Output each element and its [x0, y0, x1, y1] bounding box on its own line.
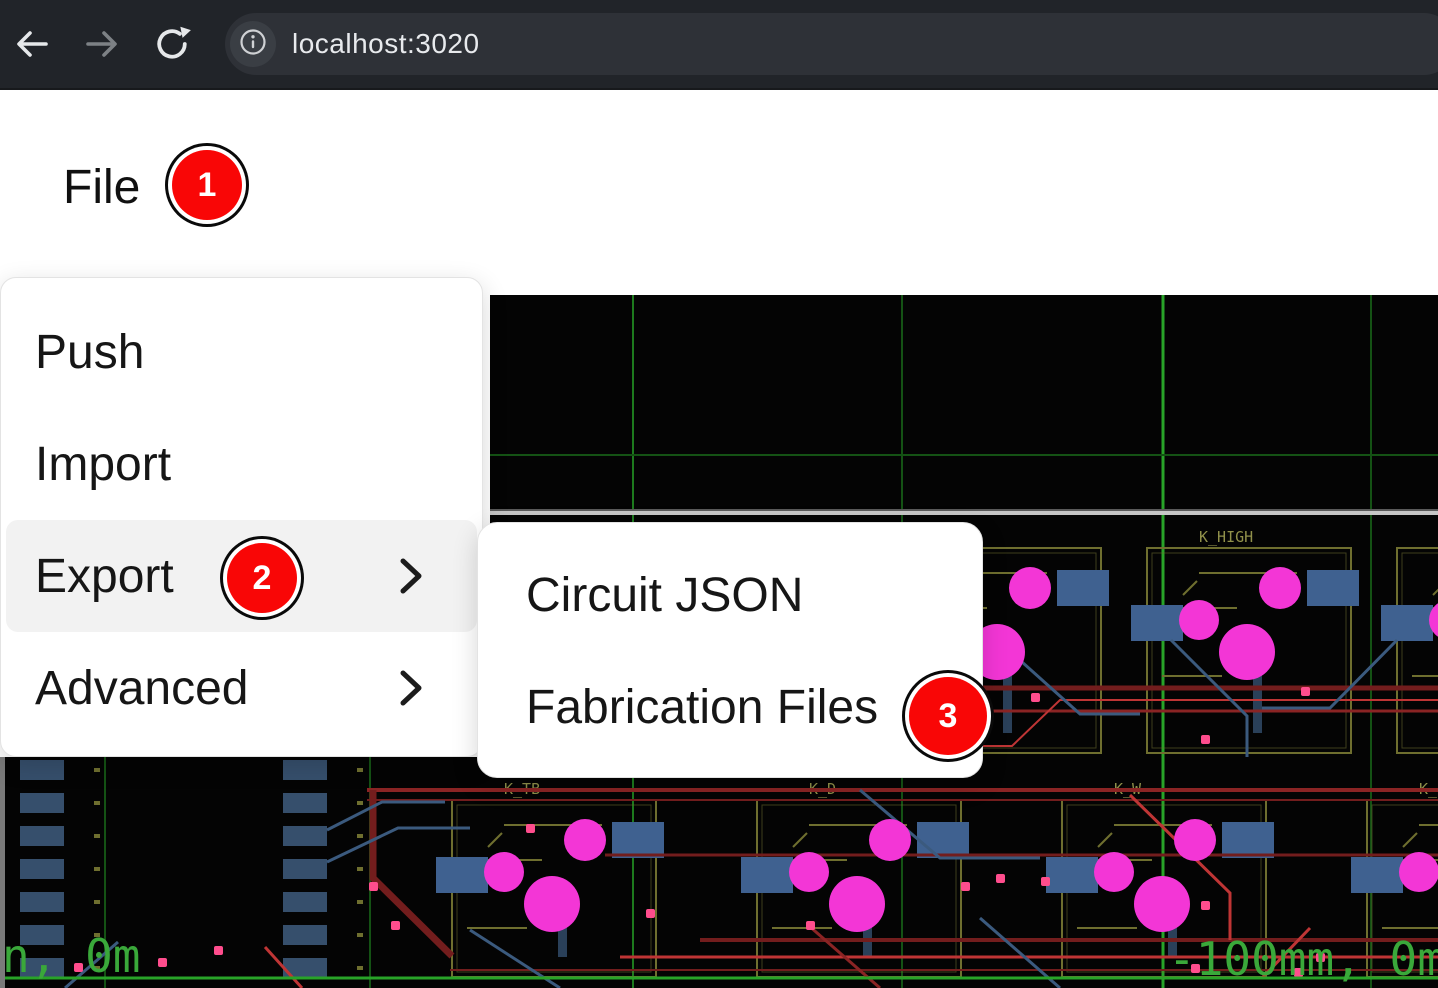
reload-button[interactable] [144, 16, 200, 72]
browser-toolbar: localhost:3020 [0, 0, 1438, 90]
menu-item-label: Import [35, 437, 171, 492]
menu-item-label: Advanced [35, 661, 249, 716]
annotation-step-3: 3 [909, 677, 987, 755]
submenu-item-label: Circuit JSON [526, 568, 803, 623]
site-info-icon [235, 24, 271, 65]
annotation-step-2: 2 [227, 543, 297, 613]
menu-item-label: Export [35, 549, 174, 604]
reload-icon [152, 24, 192, 64]
svg-text:K_HIGH: K_HIGH [1199, 528, 1253, 546]
menu-item-import[interactable]: Import [1, 408, 482, 520]
submenu-item-fabrication-files[interactable]: Fabrication Files [478, 651, 982, 763]
file-menu-button[interactable]: File [63, 160, 140, 215]
annotation-step-1: 1 [172, 150, 242, 220]
svg-text:-100mm, 0m: -100mm, 0m [1168, 932, 1438, 986]
url-text[interactable]: localhost:3020 [292, 28, 480, 60]
menu-item-label: Push [35, 325, 144, 380]
site-info-button[interactable] [230, 21, 276, 67]
file-dropdown-menu: Push Import Export Advanced [0, 277, 483, 757]
chevron-right-icon [398, 554, 424, 598]
back-icon [12, 24, 52, 64]
back-button[interactable] [4, 16, 60, 72]
export-submenu: Circuit JSON Fabrication Files [477, 522, 983, 778]
chevron-right-icon [398, 666, 424, 710]
forward-button[interactable] [74, 16, 130, 72]
menu-item-push[interactable]: Push [1, 296, 482, 408]
url-bar[interactable]: localhost:3020 [225, 13, 1438, 75]
svg-text:n, 0m: n, 0m [2, 929, 140, 983]
forward-icon [82, 24, 122, 64]
menu-item-advanced[interactable]: Advanced [1, 632, 482, 744]
submenu-item-circuit-json[interactable]: Circuit JSON [478, 539, 982, 651]
submenu-item-label: Fabrication Files [526, 680, 878, 735]
